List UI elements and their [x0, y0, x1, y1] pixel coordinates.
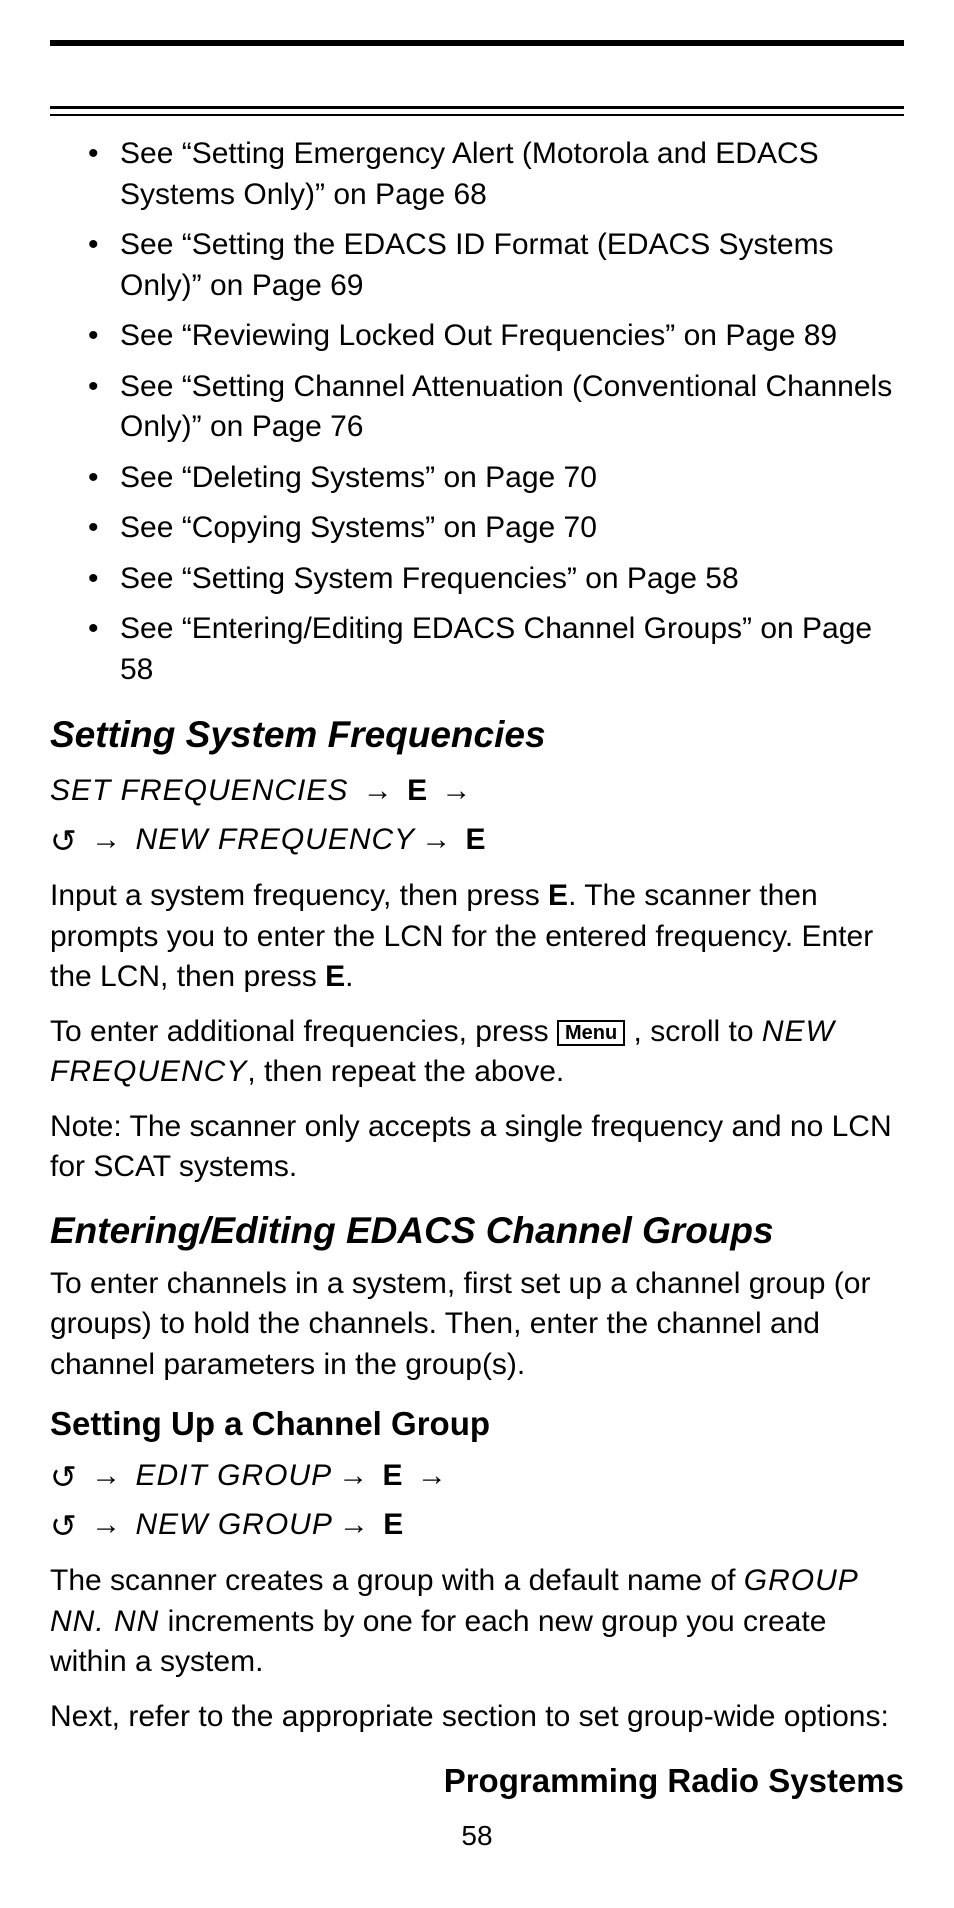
arrow-icon: →: [85, 1508, 127, 1541]
rotate-icon: ↺: [50, 1461, 77, 1493]
lcd-text: SET FREQUENCIES: [50, 774, 348, 807]
nav-sequence-2a: ↺ → EDIT GROUP→ E →: [50, 1453, 904, 1498]
arrow-icon: →: [333, 1508, 375, 1541]
text: , then repeat the above.: [247, 1055, 564, 1088]
list-item: See “Copying Systems” on Page 70: [88, 508, 904, 549]
lcd-text: NEW FREQUENCY: [136, 823, 416, 856]
nav-sequence-1a: SET FREQUENCIES → E →: [50, 768, 904, 813]
list-item: See “Deleting Systems” on Page 70: [88, 458, 904, 499]
text: To enter additional frequencies, press: [50, 1015, 557, 1048]
body-para-5: The scanner creates a group with a defau…: [50, 1561, 904, 1683]
text: , scroll to: [625, 1015, 762, 1048]
lcd-text: EDIT GROUP: [136, 1459, 333, 1492]
key-e: E: [407, 774, 427, 807]
arrow-icon: →: [85, 823, 127, 856]
text: increments by one for each new group you…: [50, 1605, 826, 1679]
text: .: [345, 960, 353, 993]
key-e: E: [383, 1508, 403, 1541]
subsection-heading-setup-group: Setting Up a Channel Group: [50, 1405, 904, 1443]
text: The scanner creates a group with a defau…: [50, 1564, 744, 1597]
key-e: E: [548, 879, 568, 912]
top-rule-double: [50, 106, 904, 116]
top-rule-thick: [50, 40, 904, 46]
key-e: E: [383, 1459, 403, 1492]
arrow-icon: →: [332, 1459, 374, 1492]
list-item: See “Setting the EDACS ID Format (EDACS …: [88, 225, 904, 306]
footer-chapter-title: Programming Radio Systems: [444, 1762, 904, 1800]
section-heading-channel-groups: Entering/Editing EDACS Channel Groups: [50, 1210, 904, 1252]
body-para-3: Note: The scanner only accepts a single …: [50, 1107, 904, 1188]
rotate-icon: ↺: [50, 1510, 77, 1542]
key-e: E: [466, 823, 486, 856]
body-para-2: To enter additional frequencies, press M…: [50, 1012, 904, 1093]
lcd-text: NEW GROUP: [136, 1508, 333, 1541]
list-item: See “Reviewing Locked Out Frequencies” o…: [88, 316, 904, 357]
section-heading-frequencies: Setting System Frequencies: [50, 714, 904, 756]
menu-key: Menu: [557, 1020, 625, 1046]
nav-sequence-1b: ↺ → NEW FREQUENCY→ E: [50, 817, 904, 862]
list-item: See “Setting System Frequencies” on Page…: [88, 559, 904, 600]
reference-list: See “Setting Emergency Alert (Motorola a…: [50, 134, 904, 690]
arrow-icon: →: [411, 1459, 453, 1492]
arrow-icon: →: [85, 1459, 127, 1492]
list-item: See “Setting Channel Attenuation (Conven…: [88, 367, 904, 448]
nav-sequence-2b: ↺ → NEW GROUP→ E: [50, 1502, 904, 1547]
text: Input a system frequency, then press: [50, 879, 548, 912]
rotate-icon: ↺: [50, 825, 77, 857]
key-e: E: [325, 960, 345, 993]
footer-page-number: 58: [0, 1820, 954, 1852]
body-para-6: Next, refer to the appropriate section t…: [50, 1697, 904, 1738]
arrow-icon: →: [415, 823, 457, 856]
arrow-icon: →: [357, 774, 399, 807]
arrow-icon: →: [435, 774, 477, 807]
list-item: See “Setting Emergency Alert (Motorola a…: [88, 134, 904, 215]
list-item: See “Entering/Editing EDACS Channel Grou…: [88, 609, 904, 690]
body-para-1: Input a system frequency, then press E. …: [50, 876, 904, 998]
body-para-4: To enter channels in a system, first set…: [50, 1264, 904, 1386]
